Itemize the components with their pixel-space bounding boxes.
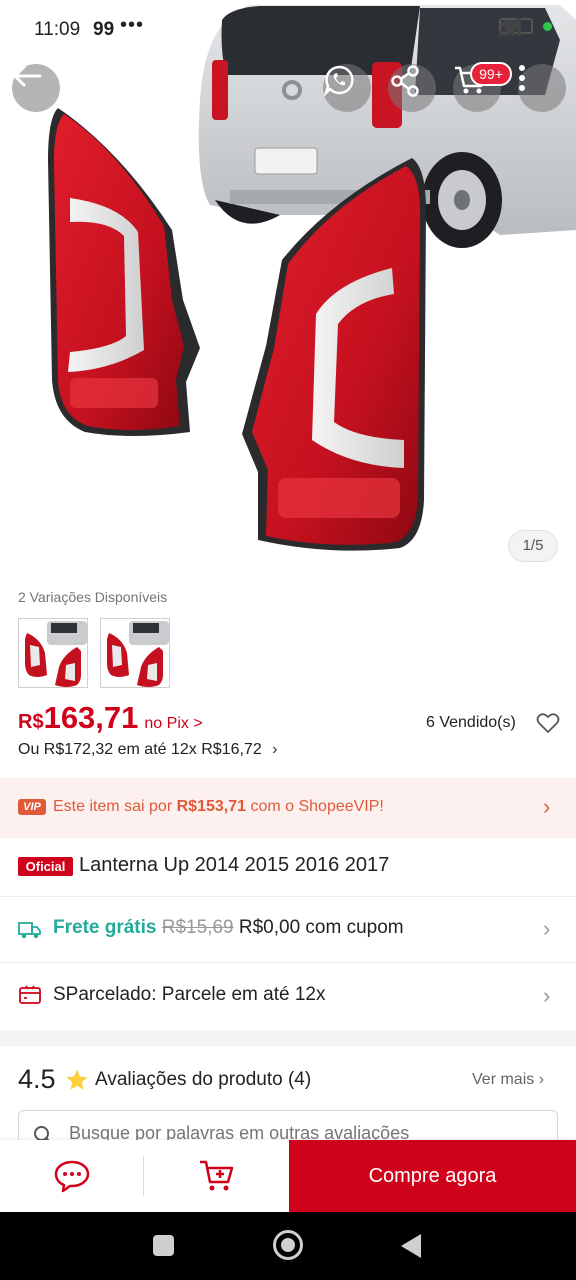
status-bar: 11:09 99 ••• 89 [0,0,576,60]
vip-text: Este item sai por R$153,71 com o ShopeeV… [53,798,384,815]
vip-price: R$153,71 [176,798,246,815]
chevron-right-icon: › [543,794,551,819]
shopee-vip-banner[interactable]: VIP Este item sai por R$153,71 com o Sho… [0,778,576,838]
recent-apps-button[interactable] [153,1235,174,1256]
share-icon [391,65,419,97]
old-shipping-price: R$15,69 [161,917,234,938]
variation-thumbnail[interactable] [18,618,88,688]
star-icon [66,1069,88,1090]
variation-image [25,621,87,687]
heart-icon[interactable] [536,712,560,734]
more-vertical-icon [519,65,525,91]
chat-button[interactable] [0,1140,144,1212]
shipping-text: Frete grátis R$15,69 R$0,00 com cupom [53,917,404,939]
whatsapp-share-button[interactable] [323,64,371,112]
divider [0,896,576,897]
pix-link[interactable]: no Pix > [144,715,202,733]
product-image-gallery[interactable]: 11:09 99 ••• 89 [0,0,576,580]
variation-thumbnail[interactable] [100,618,170,688]
official-badge: Oficial [18,857,73,876]
status-time: 11:09 [34,19,81,40]
ratings-title: Avaliações do produto (4) [95,1069,312,1090]
installment-info[interactable]: Ou R$172,32 em até 12x R$16,72 › [18,741,278,759]
left-tail-lamp [48,108,200,436]
new-shipping-price: R$0,00 com cupom [238,917,404,938]
image-page-counter: 1/5 [508,530,558,562]
divider [0,962,576,963]
product-title: Lanterna Up 2014 2015 2016 2017 [79,854,390,876]
installment-text: Ou R$172,32 em até 12x R$16,72 [18,741,262,758]
rating-value: 4.5 [18,1064,56,1094]
truck-icon [18,922,41,939]
status-notification-count: 99 [93,19,115,40]
status-more-dots: ••• [120,14,145,36]
product-page: 11:09 99 ••• 89 [0,0,576,1280]
free-shipping-label: Frete grátis [53,917,157,938]
card-icon [19,985,41,1004]
bottom-action-bar: Compre agora [0,1140,576,1212]
section-spacer [0,1030,576,1046]
chat-icon [54,1160,90,1193]
more-options-button[interactable] [518,64,566,112]
variations-title: 2 Variações Disponíveis [18,589,168,605]
price-row[interactable]: R$ 163,71 no Pix > [18,700,203,740]
chevron-right-icon: › [543,916,551,941]
cart-count-badge: 99+ [470,62,512,86]
back-button[interactable] [12,64,60,112]
sold-count: 6 Vendido(s) [426,714,516,731]
add-to-cart-icon [199,1160,233,1191]
system-back-button[interactable] [401,1234,421,1258]
price-value: 163,71 [43,700,139,735]
sparcelado-text: SParcelado: Parcele em até 12x [53,984,326,1005]
home-button[interactable] [273,1230,303,1260]
see-more-link[interactable]: Ver mais › [472,1071,544,1089]
chevron-right-icon: › [543,983,551,1008]
vip-badge: VIP [18,799,46,815]
buy-now-button[interactable]: Compre agora [289,1140,576,1212]
arrow-left-icon [13,65,42,87]
whatsapp-icon [323,65,354,96]
variation-image [107,621,169,687]
system-navigation-bar [0,1212,576,1280]
wifi-icon [500,19,520,35]
add-to-cart-button[interactable] [144,1140,289,1212]
price-currency: R$ [18,711,44,733]
share-button[interactable] [388,64,436,112]
status-icons: 89 [499,18,552,36]
chevron-right-icon: › [272,741,278,758]
camera-indicator-dot [543,21,552,31]
